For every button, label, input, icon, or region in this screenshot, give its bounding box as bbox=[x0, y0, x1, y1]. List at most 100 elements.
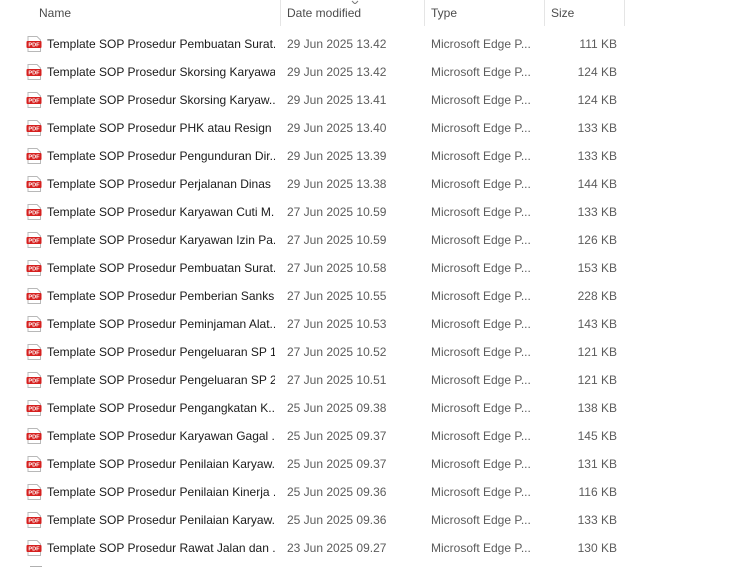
file-date-modified: 27 Jun 2025 10.51 bbox=[287, 373, 387, 387]
file-row[interactable]: PDF Template SOP Prosedur Pengangkatan K.… bbox=[0, 394, 733, 422]
file-row[interactable]: PDF Template SOP Prosedur Penilaian Karya… bbox=[0, 450, 733, 478]
file-date-modified: 29 Jun 2025 13.41 bbox=[287, 93, 387, 107]
column-divider[interactable] bbox=[544, 0, 545, 26]
file-name: Template SOP Prosedur Rawat Jalan dan ..… bbox=[47, 541, 275, 555]
pdf-file-icon: PDF bbox=[26, 344, 42, 360]
file-date-modified: 25 Jun 2025 09.37 bbox=[287, 429, 387, 443]
partial-file-row bbox=[30, 566, 42, 570]
pdf-file-icon: PDF bbox=[26, 484, 42, 500]
file-row[interactable]: PDF Template SOP Prosedur Pengeluaran SP … bbox=[0, 338, 733, 366]
pdf-file-icon: PDF bbox=[26, 148, 42, 164]
svg-text:PDF: PDF bbox=[28, 127, 40, 133]
column-header-size[interactable]: Size bbox=[551, 0, 621, 26]
column-header-bar: Name Date modified Type Size bbox=[0, 0, 733, 26]
pdf-file-icon: PDF bbox=[26, 260, 42, 276]
pdf-file-icon: PDF bbox=[26, 204, 42, 220]
file-row[interactable]: PDF Template SOP Prosedur Karyawan Gagal … bbox=[0, 422, 733, 450]
svg-text:PDF: PDF bbox=[28, 239, 40, 245]
file-name: Template SOP Prosedur Karyawan Izin Pa..… bbox=[47, 233, 275, 247]
file-type: Microsoft Edge P... bbox=[431, 149, 531, 163]
file-name: Template SOP Prosedur Pemberian Sanks... bbox=[47, 289, 275, 303]
file-row[interactable]: PDF Template SOP Prosedur Pembuatan Surat… bbox=[0, 254, 733, 282]
column-header-type[interactable]: Type bbox=[431, 0, 541, 26]
file-name: Template SOP Prosedur Penilaian Karyaw..… bbox=[47, 513, 275, 527]
file-date-modified: 29 Jun 2025 13.39 bbox=[287, 149, 387, 163]
file-type: Microsoft Edge P... bbox=[431, 429, 531, 443]
file-row[interactable]: PDF Template SOP Prosedur Pengeluaran SP … bbox=[0, 366, 733, 394]
svg-text:PDF: PDF bbox=[28, 295, 40, 301]
file-row[interactable]: PDF Template SOP Prosedur Skorsing Karyaw… bbox=[0, 58, 733, 86]
column-divider[interactable] bbox=[424, 0, 425, 26]
file-type: Microsoft Edge P... bbox=[431, 205, 531, 219]
svg-text:PDF: PDF bbox=[28, 267, 40, 273]
file-name: Template SOP Prosedur Pengeluaran SP 1..… bbox=[47, 345, 275, 359]
column-header-type-label: Type bbox=[431, 6, 458, 20]
chevron-down-icon bbox=[351, 0, 359, 4]
file-name: Template SOP Prosedur Karyawan Cuti M... bbox=[47, 205, 275, 219]
column-divider[interactable] bbox=[280, 0, 281, 26]
column-header-size-label: Size bbox=[551, 6, 575, 20]
file-date-modified: 25 Jun 2025 09.38 bbox=[287, 401, 387, 415]
file-type: Microsoft Edge P... bbox=[431, 541, 531, 555]
svg-text:PDF: PDF bbox=[28, 155, 40, 161]
pdf-file-icon: PDF bbox=[26, 92, 42, 108]
file-size: 145 KB bbox=[577, 429, 617, 443]
column-header-date-modified[interactable]: Date modified bbox=[287, 0, 423, 26]
file-type: Microsoft Edge P... bbox=[431, 177, 531, 191]
file-row[interactable]: PDF Template SOP Prosedur Pembuatan Surat… bbox=[0, 30, 733, 58]
file-date-modified: 25 Jun 2025 09.37 bbox=[287, 457, 387, 471]
file-size: 126 KB bbox=[577, 233, 617, 247]
file-size: 116 KB bbox=[578, 485, 617, 499]
file-size: 121 KB bbox=[577, 345, 617, 359]
file-name: Template SOP Prosedur Pembuatan Surat... bbox=[47, 261, 275, 275]
file-name: Template SOP Prosedur Perjalanan Dinas .… bbox=[47, 177, 275, 191]
file-type: Microsoft Edge P... bbox=[431, 93, 531, 107]
pdf-file-icon: PDF bbox=[26, 232, 42, 248]
file-date-modified: 27 Jun 2025 10.59 bbox=[287, 233, 387, 247]
svg-text:PDF: PDF bbox=[28, 547, 40, 553]
file-type: Microsoft Edge P... bbox=[431, 345, 531, 359]
svg-text:PDF: PDF bbox=[28, 407, 40, 413]
pdf-file-icon: PDF bbox=[26, 540, 42, 556]
pdf-file-icon: PDF bbox=[26, 316, 42, 332]
svg-text:PDF: PDF bbox=[28, 435, 40, 441]
pdf-file-icon: PDF bbox=[26, 512, 42, 528]
pdf-file-icon: PDF bbox=[26, 428, 42, 444]
file-date-modified: 27 Jun 2025 10.53 bbox=[287, 317, 387, 331]
file-type: Microsoft Edge P... bbox=[431, 289, 531, 303]
file-name: Template SOP Prosedur Skorsing Karyaw... bbox=[47, 93, 275, 107]
file-row[interactable]: PDF Template SOP Prosedur Karyawan Cuti M… bbox=[0, 198, 733, 226]
file-type: Microsoft Edge P... bbox=[431, 457, 531, 471]
file-row[interactable]: PDF Template SOP Prosedur Rawat Jalan dan… bbox=[0, 534, 733, 562]
file-row[interactable]: PDF Template SOP Prosedur Pemberian Sanks… bbox=[0, 282, 733, 310]
column-header-name[interactable]: Name bbox=[39, 0, 279, 26]
file-row[interactable]: PDF Template SOP Prosedur PHK atau Resign… bbox=[0, 114, 733, 142]
file-row[interactable]: PDF Template SOP Prosedur Perjalanan Dina… bbox=[0, 170, 733, 198]
file-date-modified: 23 Jun 2025 09.27 bbox=[287, 541, 387, 555]
file-row[interactable]: PDF Template SOP Prosedur Penilaian Kiner… bbox=[0, 478, 733, 506]
file-date-modified: 27 Jun 2025 10.55 bbox=[287, 289, 387, 303]
file-size: 121 KB bbox=[577, 373, 617, 387]
file-name: Template SOP Prosedur Penilaian Kinerja … bbox=[47, 485, 275, 499]
file-name: Template SOP Prosedur Pengunduran Dir... bbox=[47, 149, 275, 163]
svg-text:PDF: PDF bbox=[28, 71, 40, 77]
file-size: 133 KB bbox=[577, 121, 617, 135]
file-type: Microsoft Edge P... bbox=[431, 373, 531, 387]
pdf-file-icon: PDF bbox=[26, 36, 42, 52]
file-row[interactable]: PDF Template SOP Prosedur Karyawan Izin P… bbox=[0, 226, 733, 254]
file-date-modified: 29 Jun 2025 13.42 bbox=[287, 65, 387, 79]
pdf-file-icon: PDF bbox=[26, 372, 42, 388]
file-row[interactable]: PDF Template SOP Prosedur Skorsing Karyaw… bbox=[0, 86, 733, 114]
pdf-file-icon: PDF bbox=[26, 288, 42, 304]
file-row[interactable]: PDF Template SOP Prosedur Pengunduran Dir… bbox=[0, 142, 733, 170]
file-size: 133 KB bbox=[577, 513, 617, 527]
file-row[interactable]: PDF Template SOP Prosedur Penilaian Karya… bbox=[0, 506, 733, 534]
file-row[interactable]: PDF Template SOP Prosedur Peminjaman Alat… bbox=[0, 310, 733, 338]
pdf-file-icon: PDF bbox=[26, 456, 42, 472]
column-divider[interactable] bbox=[624, 0, 625, 26]
file-size: 133 KB bbox=[577, 205, 617, 219]
file-type: Microsoft Edge P... bbox=[431, 513, 531, 527]
svg-text:PDF: PDF bbox=[28, 183, 40, 189]
svg-text:PDF: PDF bbox=[28, 519, 40, 525]
file-date-modified: 29 Jun 2025 13.40 bbox=[287, 121, 387, 135]
